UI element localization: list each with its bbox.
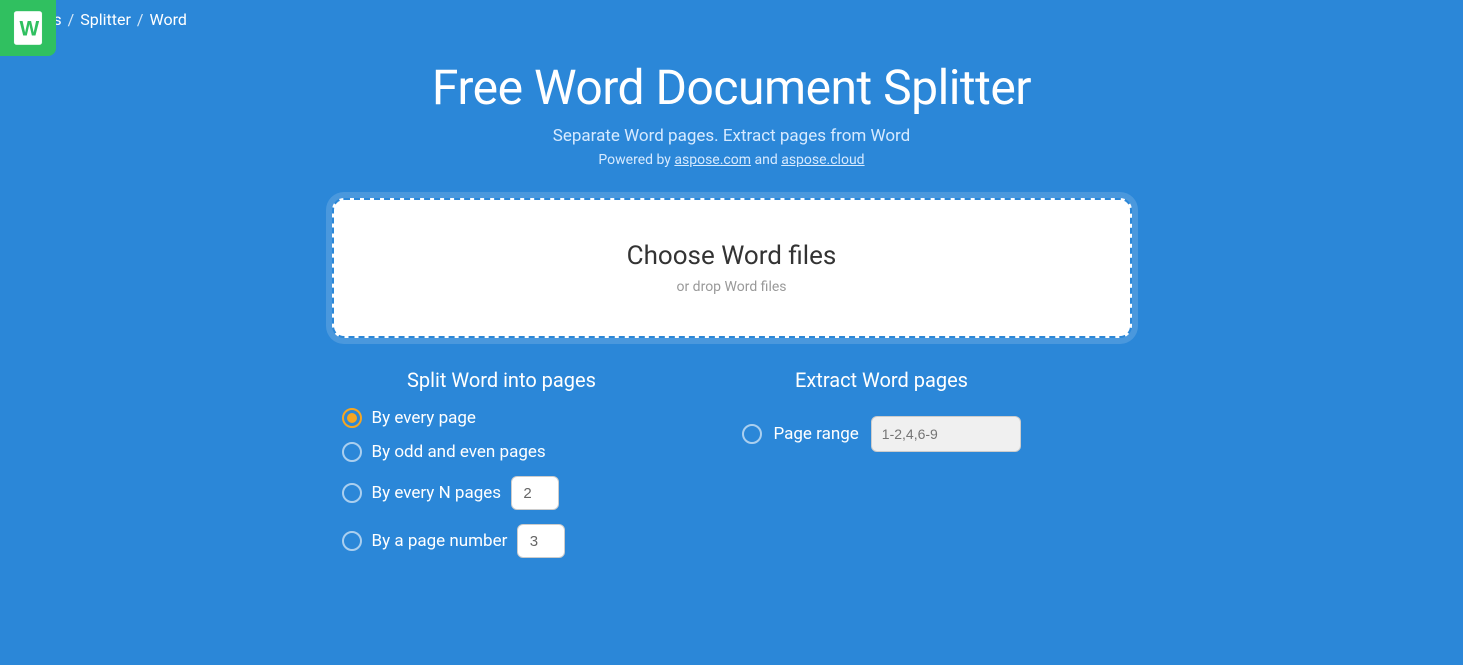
dropzone[interactable]: Choose Word files or drop Word files xyxy=(332,198,1132,338)
aspose-com-link[interactable]: aspose.com xyxy=(674,152,751,168)
dropzone-subtitle: or drop Word files xyxy=(676,279,786,295)
radio-row-every-page[interactable]: By every page xyxy=(342,408,662,428)
page-subtitle: Separate Word pages. Extract pages from … xyxy=(553,126,911,146)
radio-row-odd-even[interactable]: By odd and even pages xyxy=(342,442,662,462)
aspose-cloud-link[interactable]: aspose.cloud xyxy=(781,152,864,168)
radio-page-number[interactable] xyxy=(342,531,362,551)
page-range-input[interactable] xyxy=(871,416,1021,452)
radio-every-n[interactable] xyxy=(342,483,362,503)
split-section-heading: Split Word into pages xyxy=(342,368,662,392)
main-content: Free Word Document Splitter Separate Wor… xyxy=(0,39,1463,598)
label-page-number: By a page number xyxy=(372,531,508,551)
label-odd-even: By odd and even pages xyxy=(372,442,546,462)
split-section: Split Word into pages By every page By o… xyxy=(342,368,662,568)
breadcrumb-word[interactable]: Word xyxy=(150,10,187,29)
svg-text:W: W xyxy=(19,18,39,41)
radio-row-page-number[interactable]: By a page number xyxy=(342,524,662,558)
extract-section-heading: Extract Word pages xyxy=(742,368,1022,392)
radio-odd-even[interactable] xyxy=(342,442,362,462)
powered-by-and: and xyxy=(751,152,781,168)
label-every-n: By every N pages xyxy=(372,483,502,503)
powered-by-prefix: Powered by xyxy=(598,152,674,168)
radio-row-every-n[interactable]: By every N pages xyxy=(342,476,662,510)
options-section: Split Word into pages By every page By o… xyxy=(332,368,1132,568)
extract-row: Page range xyxy=(742,416,1022,452)
breadcrumb-splitter[interactable]: Splitter xyxy=(80,10,131,29)
every-n-input[interactable] xyxy=(511,476,559,510)
logo-icon: W xyxy=(0,0,56,56)
page-title: Free Word Document Splitter xyxy=(432,59,1031,116)
radio-page-range[interactable] xyxy=(742,424,762,444)
radio-every-page[interactable] xyxy=(342,408,362,428)
breadcrumb-sep-1: / xyxy=(68,10,75,29)
page-number-input[interactable] xyxy=(517,524,565,558)
powered-by: Powered by aspose.com and aspose.cloud xyxy=(598,152,864,168)
dropzone-title: Choose Word files xyxy=(627,241,837,271)
breadcrumb: Words / Splitter / Word xyxy=(0,0,1463,39)
page-range-label: Page range xyxy=(774,424,859,444)
breadcrumb-sep-2: / xyxy=(137,10,144,29)
extract-section: Extract Word pages Page range xyxy=(742,368,1022,568)
label-every-page: By every page xyxy=(372,408,476,428)
